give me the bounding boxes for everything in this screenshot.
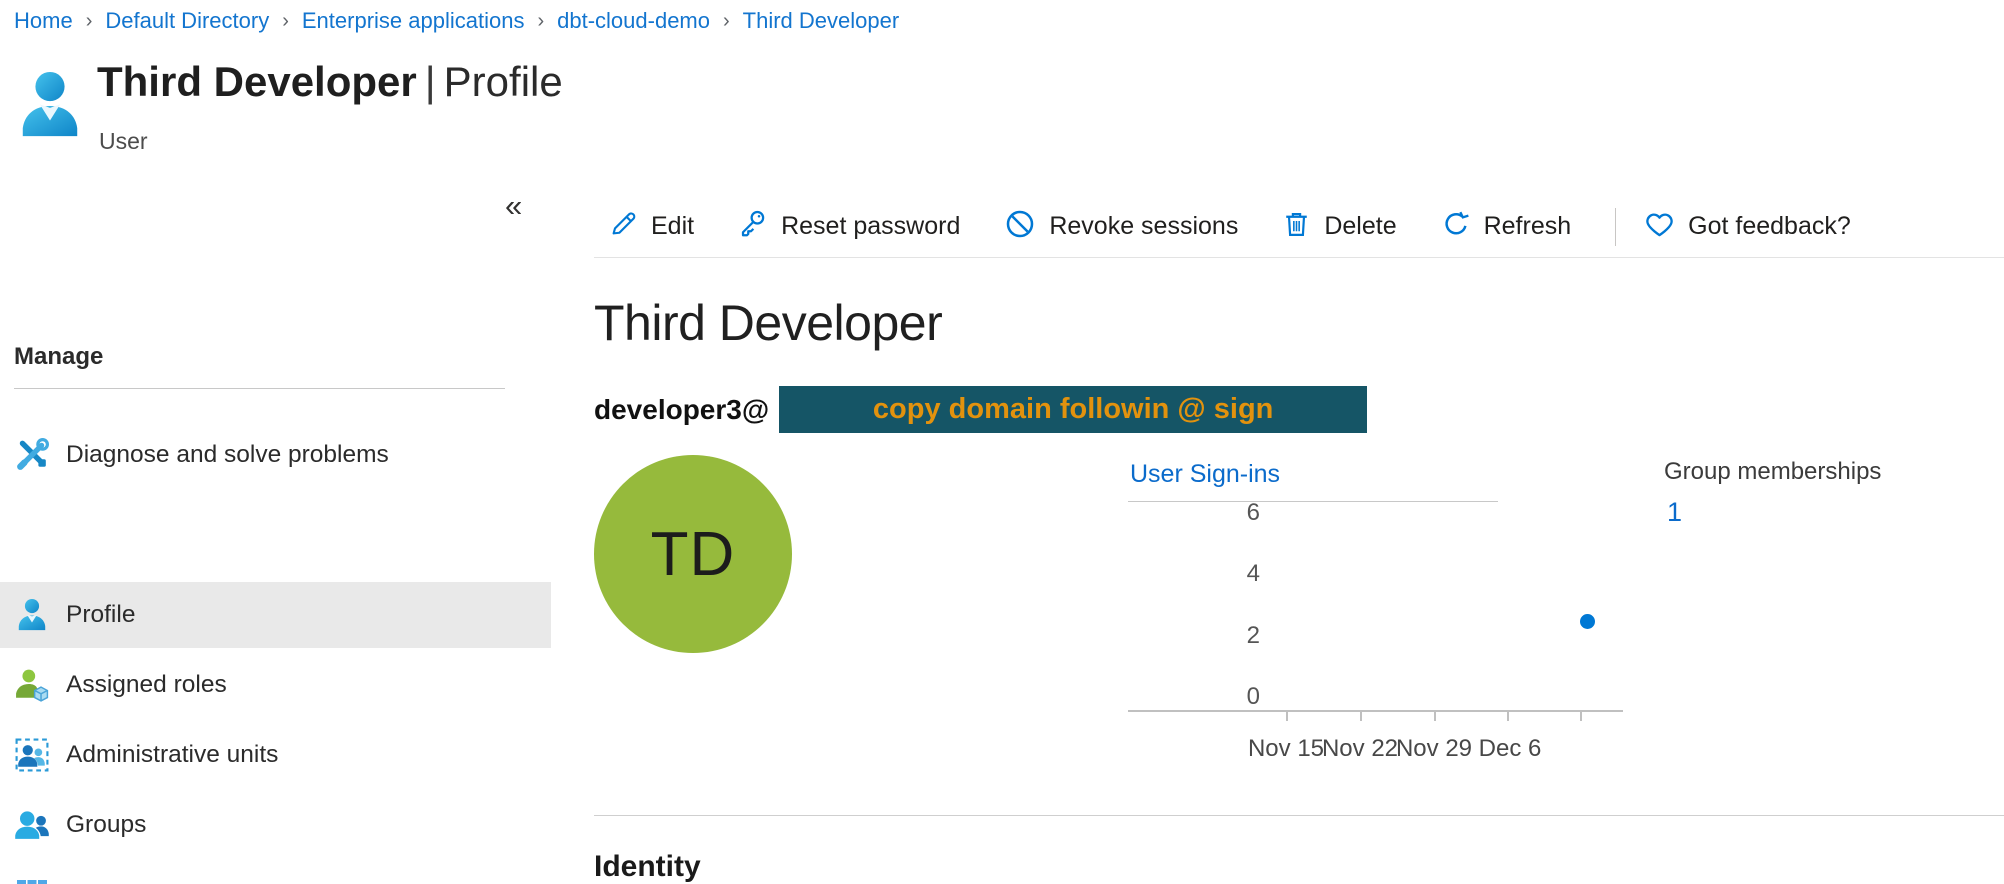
user-profile-page: Home › Default Directory › Enterprise ap… — [0, 0, 2004, 884]
sidebar-item-label: Diagnose and solve problems — [66, 441, 389, 469]
reset-password-button-label: Reset password — [781, 212, 960, 241]
x-tick-label: Dec 6 — [1450, 735, 1570, 763]
revoke-sessions-button[interactable]: Revoke sessions — [1004, 208, 1238, 245]
sidebar-item-label: Groups — [66, 811, 146, 839]
breadcrumb-separator-icon: › — [524, 10, 557, 33]
group-memberships-count-link[interactable]: 1 — [1667, 497, 1682, 528]
groups-icon — [14, 807, 50, 843]
y-tick-label: 6 — [1218, 499, 1260, 527]
sidebar: « Diagnose and solve problems Manage — [0, 185, 551, 884]
admin-units-icon — [14, 737, 50, 773]
x-tick-mark — [1360, 712, 1362, 721]
y-tick-label: 0 — [1218, 683, 1260, 711]
sidebar-section-manage: Manage — [14, 343, 103, 371]
page-subtitle: User — [99, 128, 148, 155]
x-tick-mark — [1286, 712, 1288, 721]
pencil-icon — [608, 209, 638, 244]
sidebar-collapse-icon[interactable]: « — [505, 188, 522, 224]
toolbar-divider — [1615, 208, 1616, 246]
breadcrumb-third-developer[interactable]: Third Developer — [743, 8, 900, 34]
chart-title-divider — [1128, 501, 1498, 502]
tools-icon — [14, 437, 50, 473]
email-prefix: developer3@ — [594, 394, 769, 426]
page-title-name: Third Developer — [97, 58, 417, 105]
sidebar-item-assigned-roles[interactable]: Assigned roles — [0, 652, 551, 718]
revoke-sessions-button-label: Revoke sessions — [1049, 212, 1238, 241]
user-display-name: Third Developer — [594, 294, 942, 352]
user-avatar-icon — [18, 70, 82, 145]
group-memberships-label: Group memberships — [1664, 458, 1881, 486]
breadcrumb-enterprise-applications[interactable]: Enterprise applications — [302, 8, 525, 34]
refresh-button[interactable]: Refresh — [1441, 209, 1572, 244]
sidebar-item-label: Assigned roles — [66, 671, 227, 699]
domain-redaction-annotation: copy domain followin @ sign — [779, 386, 1367, 433]
breadcrumb-home[interactable]: Home — [14, 8, 73, 34]
sign-ins-plot-area: 6 4 2 0 — [1128, 505, 1623, 712]
applications-grid-icon — [14, 877, 50, 884]
x-tick-mark — [1580, 712, 1582, 721]
edit-button[interactable]: Edit — [608, 209, 694, 244]
assigned-roles-icon — [14, 667, 50, 703]
block-icon — [1004, 208, 1036, 245]
user-principal-name: developer3@ copy domain followin @ sign — [594, 386, 1367, 433]
trash-icon — [1282, 209, 1311, 244]
delete-button[interactable]: Delete — [1282, 209, 1396, 244]
avatar: TD — [594, 455, 792, 653]
breadcrumb-default-directory[interactable]: Default Directory — [105, 8, 269, 34]
user-sign-ins-chart: User Sign-ins 6 4 2 0 Nov 15 Nov 22 Nov … — [1128, 460, 1628, 780]
breadcrumb-separator-icon: › — [710, 10, 743, 33]
heart-icon — [1644, 209, 1675, 245]
sidebar-item-label: Profile — [66, 601, 135, 629]
refresh-button-label: Refresh — [1484, 212, 1572, 241]
sidebar-item-groups[interactable]: Groups — [0, 792, 551, 858]
refresh-icon — [1441, 209, 1471, 244]
reset-password-button[interactable]: Reset password — [738, 209, 960, 244]
breadcrumb-separator-icon: › — [73, 10, 106, 33]
sidebar-item-diagnose[interactable]: Diagnose and solve problems — [0, 422, 551, 488]
avatar-initials: TD — [651, 519, 736, 590]
x-tick-mark — [1434, 712, 1436, 721]
domain-redaction-label: copy domain followin @ sign — [873, 393, 1273, 426]
page-title-separator: | — [417, 58, 444, 105]
identity-section-heading: Identity — [594, 850, 701, 884]
key-icon — [738, 209, 768, 244]
y-tick-label: 4 — [1218, 560, 1260, 588]
page-title-section: Profile — [444, 58, 563, 105]
breadcrumb-dbt-cloud-demo[interactable]: dbt-cloud-demo — [557, 8, 710, 34]
person-icon — [14, 597, 50, 633]
breadcrumb-separator-icon: › — [269, 10, 302, 33]
user-sign-ins-link[interactable]: User Sign-ins — [1130, 460, 1280, 489]
edit-button-label: Edit — [651, 212, 694, 241]
section-divider — [594, 815, 2004, 816]
breadcrumb: Home › Default Directory › Enterprise ap… — [14, 8, 899, 34]
sidebar-item-administrative-units[interactable]: Administrative units — [0, 722, 551, 788]
sidebar-item-label: Administrative units — [66, 741, 278, 769]
command-bar: Edit Reset password Revoke sessions — [594, 196, 2004, 258]
sidebar-item-applications[interactable]: Applications — [0, 862, 551, 884]
got-feedback-button-label: Got feedback? — [1688, 212, 1851, 241]
sidebar-divider — [14, 388, 505, 389]
sidebar-item-profile[interactable]: Profile — [0, 582, 551, 648]
page-title: Third Developer|Profile — [97, 58, 563, 106]
delete-button-label: Delete — [1324, 212, 1396, 241]
signin-data-point — [1580, 614, 1595, 629]
x-tick-mark — [1507, 712, 1509, 721]
y-tick-label: 2 — [1218, 622, 1260, 650]
got-feedback-button[interactable]: Got feedback? — [1644, 209, 1851, 245]
